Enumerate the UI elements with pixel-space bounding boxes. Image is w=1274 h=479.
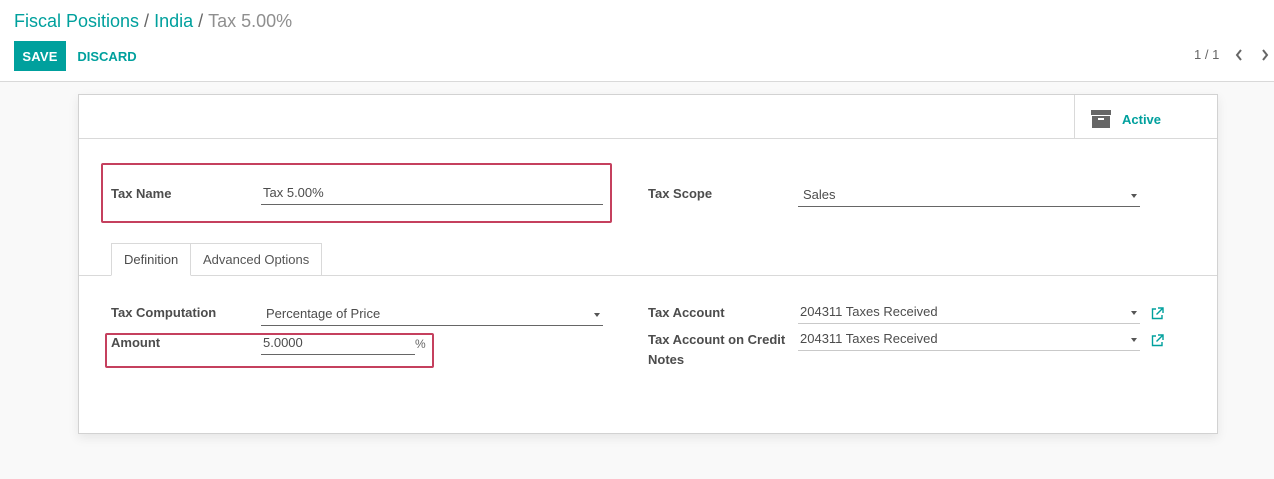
save-button[interactable]: SAVE (14, 41, 66, 71)
chevron-right-icon[interactable] (1256, 44, 1274, 66)
active-toggle-button[interactable]: Active (1074, 95, 1217, 139)
breadcrumb: Fiscal Positions / India / Tax 5.00% (14, 10, 292, 32)
amount-label: Amount (111, 335, 161, 350)
tax-name-input[interactable]: Tax 5.00% (261, 183, 603, 205)
tab-definition[interactable]: Definition (111, 243, 192, 276)
tab-advanced-options[interactable]: Advanced Options (191, 243, 323, 276)
external-link-icon[interactable] (1151, 334, 1164, 347)
button-box: Active (79, 95, 1217, 139)
chevron-down-icon (1131, 194, 1137, 198)
amount-unit: % (415, 337, 426, 351)
archive-icon (1091, 109, 1111, 129)
chevron-left-icon[interactable] (1230, 44, 1248, 66)
tax-account-credit-label-line2: Notes (648, 352, 685, 367)
tax-account-credit-select[interactable]: 204311 Taxes Received (798, 329, 1140, 351)
form-sheet: Active Tax Name Tax 5.00% Tax Scope Sale… (78, 94, 1218, 434)
amount-input[interactable]: 5.0000 (261, 333, 415, 355)
tax-account-credit-value: 204311 Taxes Received (800, 331, 938, 346)
tax-account-select[interactable]: 204311 Taxes Received (798, 302, 1140, 324)
discard-button[interactable]: DISCARD (72, 41, 142, 71)
tax-name-label: Tax Name (111, 186, 172, 201)
tax-scope-value: Sales (803, 187, 836, 202)
tax-scope-label: Tax Scope (648, 186, 713, 201)
tax-account-value: 204311 Taxes Received (800, 304, 938, 319)
breadcrumb-india[interactable]: India (154, 11, 193, 31)
breadcrumb-separator: / (198, 11, 204, 31)
tax-computation-select[interactable]: Percentage of Price (261, 304, 603, 326)
tax-account-label: Tax Account (648, 305, 725, 320)
pager-value: 1 / 1 (1194, 47, 1220, 62)
tax-computation-value: Percentage of Price (266, 306, 381, 321)
breadcrumb-fiscal-positions[interactable]: Fiscal Positions (14, 11, 139, 31)
chevron-down-icon (594, 313, 600, 317)
breadcrumb-separator: / (144, 11, 150, 31)
tax-account-credit-label-line1: Tax Account on Credit (648, 332, 786, 347)
chevron-down-icon (1131, 338, 1137, 342)
control-panel: Fiscal Positions / India / Tax 5.00% SAVE DI… (0, 0, 1274, 82)
external-link-icon[interactable] (1151, 307, 1164, 320)
chevron-down-icon (1131, 311, 1137, 315)
breadcrumb-current: Tax 5.00% (208, 11, 293, 31)
active-label: Active (1122, 112, 1162, 127)
tax-scope-select[interactable]: Sales (798, 185, 1140, 207)
tax-computation-label: Tax Computation (111, 305, 217, 320)
